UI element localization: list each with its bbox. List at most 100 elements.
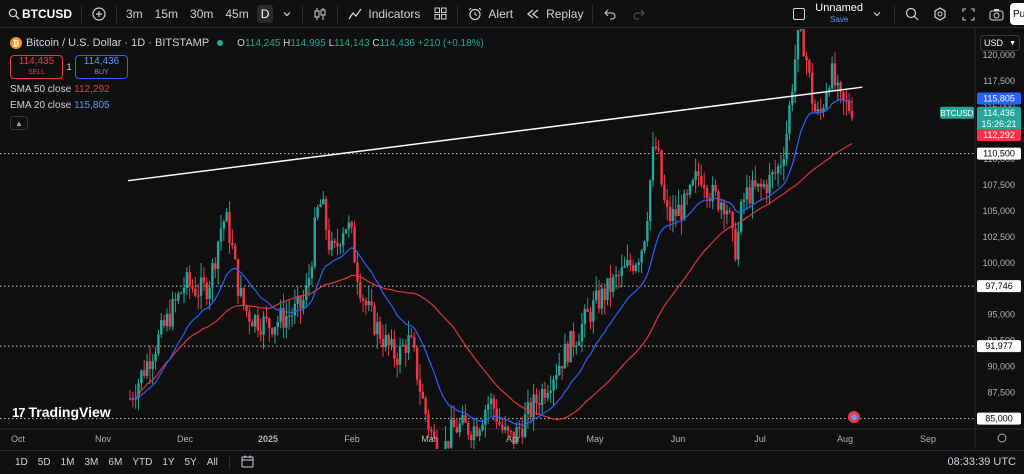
candle-body [367,301,370,306]
redo-button[interactable] [624,0,652,28]
price-tick-label: 100,000 [982,258,1015,268]
candle-body [495,408,498,423]
indicator-sma[interactable]: SMA 50 close 112,292 [10,84,484,95]
candle-body [577,341,581,346]
candle-body [415,347,419,380]
alert-button[interactable]: Alert [461,0,519,28]
candle-body [774,172,777,174]
range-5d[interactable]: 5D [33,457,56,468]
layout-save-status: Save [830,15,849,24]
sell-button[interactable]: 114,435 SELL [10,55,63,79]
candle-body [685,193,689,195]
quick-search-button[interactable] [898,0,926,28]
compare-button[interactable] [85,0,113,28]
axis-settings-icon[interactable] [997,433,1007,443]
timeframe-3m[interactable]: 3m [120,0,149,28]
candle-body [836,82,839,86]
candle-body [845,100,848,102]
snapshot-button[interactable] [982,0,1010,28]
sma-label: SMA 50 close [10,84,72,95]
symbol-search[interactable]: BTCUSD [0,0,78,28]
undo-button[interactable] [596,0,624,28]
publish-button[interactable]: Pu [1010,3,1024,25]
replay-button[interactable]: Replay [519,0,589,28]
candle-body [344,229,348,234]
candle-body [498,422,501,425]
currency-select[interactable]: USD ▼ [980,35,1020,51]
candle-body [378,321,382,339]
timeframe-45m[interactable]: 45m [219,0,254,28]
candle-body [202,277,206,283]
candle-body [430,429,433,432]
change-value: +210 (+0.18%) [417,37,484,49]
candle-body [546,393,550,398]
candle-body [287,315,291,317]
candle-body [211,263,214,288]
indicators-button[interactable]: Indicators [341,0,426,28]
divider [592,4,594,23]
layout-menu[interactable]: Unnamed Save [787,0,891,28]
timeframe-d[interactable]: D [255,0,276,28]
candle-body [734,228,737,260]
candle-body [697,171,700,176]
time-axis-label: Feb [344,434,360,444]
layout-grid-button[interactable] [426,0,454,28]
candle-body [151,361,154,370]
price-tick-label: 95,000 [987,310,1015,320]
range-5y[interactable]: 5Y [180,457,202,468]
collapse-legend-button[interactable]: ▲ [10,116,28,130]
candle-body [245,305,248,312]
range-6m[interactable]: 6M [103,457,127,468]
level-tag-97746: 97,746 [985,281,1013,291]
candle-body [174,299,177,301]
timeframe-15m[interactable]: 15m [149,0,184,28]
candle-body [796,30,800,60]
candle-body [455,427,459,433]
candle-body [478,430,481,437]
utc-clock[interactable]: 08:33:39 UTC [948,456,1016,468]
candle-body [285,316,288,328]
chart-type-button[interactable] [306,0,334,28]
candle-body [472,426,476,441]
range-ytd[interactable]: YTD [127,457,157,468]
candle-body [569,331,572,363]
goto-date-button[interactable] [236,455,259,471]
candle-body [450,419,453,448]
range-3m[interactable]: 3M [80,457,104,468]
candle-body [239,288,243,296]
candle-body [458,423,461,433]
range-all[interactable]: All [202,457,223,468]
candle-body [631,265,635,271]
symbol-legend[interactable]: ₿ Bitcoin / U.S. Dollar · 1D · BITSTAMP … [10,37,484,49]
candle-body [327,229,331,250]
redo-icon [630,6,646,22]
settings-button[interactable] [926,0,954,28]
sell-price: 114,435 [18,55,55,67]
candle-body [566,343,569,363]
candle-body [694,171,697,181]
candle-body [350,222,353,228]
indicator-ema[interactable]: EMA 20 close 115,805 [10,100,484,111]
candle-body [461,414,464,424]
candle-body [404,344,407,353]
divider [302,4,304,23]
candle-body [339,245,342,247]
range-1d[interactable]: 1D [10,457,33,468]
logo-text: TradingView [28,404,111,420]
candle-body [768,174,771,194]
timeframe-dropdown[interactable] [275,0,299,28]
time-axis-label: Nov [95,434,112,444]
high-value: 114,995 [290,37,326,49]
buy-button[interactable]: 114,436 BUY [75,55,128,79]
fullscreen-button[interactable] [954,0,982,28]
range-1m[interactable]: 1M [56,457,80,468]
timeframe-30m[interactable]: 30m [184,0,219,28]
range-1y[interactable]: 1Y [157,457,179,468]
candle-body [651,146,655,181]
candle-body [401,344,405,346]
candle-body [330,240,334,250]
rewind-icon [525,6,541,22]
candle-body [484,409,487,425]
candle-body [140,370,143,384]
candle-body [748,187,751,204]
